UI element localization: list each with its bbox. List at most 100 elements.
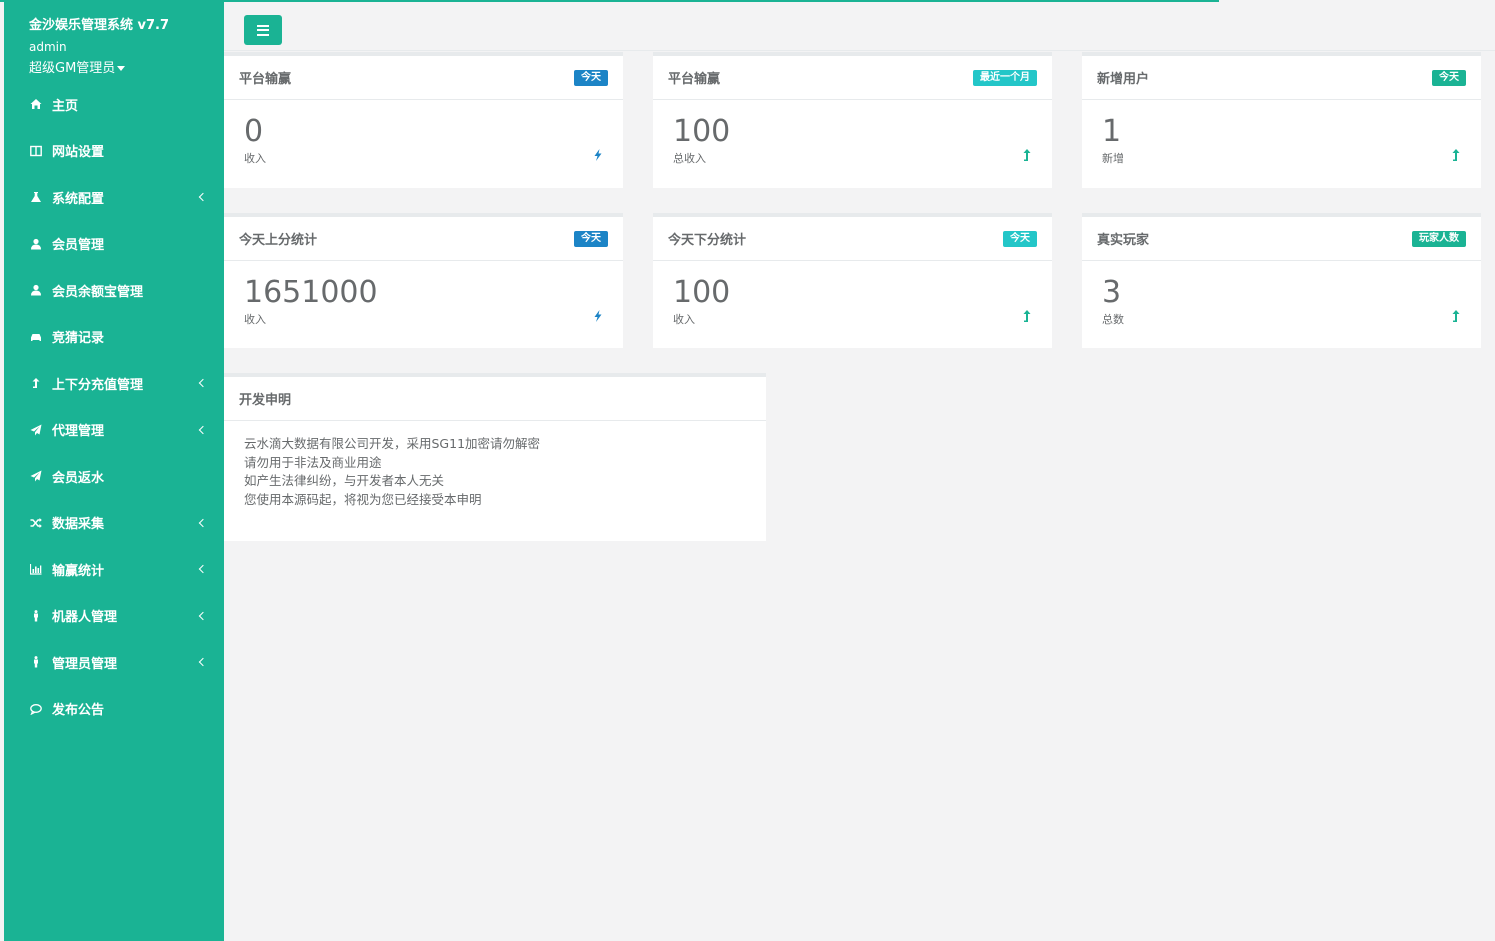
stat-value: 100 (673, 114, 731, 149)
app-title: 金沙娱乐管理系统 v7.7 (29, 18, 170, 33)
stat-value: 3 (1102, 275, 1122, 310)
sidebar-item-agents[interactable]: 代理管理 (4, 407, 224, 454)
sidebar-item-label: 上下分充值管理 (52, 377, 144, 393)
notice-line: 云水滴大数据有限公司开发，采用SG11加密请勿解密 (244, 436, 541, 451)
level-up-icon (1022, 307, 1032, 322)
sidebar-item-data-collection[interactable]: 数据采集 (4, 500, 224, 547)
hamburger-icon-bar (257, 33, 269, 36)
sidebar-item-label: 会员管理 (52, 238, 105, 254)
sidebar-item-label: 网站设置 (52, 145, 105, 161)
sidebar-item-label: 发布公告 (52, 703, 105, 719)
stat-card-deposit-today: 今天上分统计 今天 1651000 收入 (224, 213, 623, 348)
sidebar-item-member-balance[interactable]: 会员余额宝管理 (4, 267, 224, 314)
user-icon (28, 283, 44, 297)
sidebar-item-bet-records[interactable]: 竞猜记录 (4, 314, 224, 361)
paper-plane-icon (28, 423, 44, 437)
sidebar-item-label: 代理管理 (52, 424, 105, 440)
car-icon (28, 330, 44, 344)
card-header: 平台输赢 今天 (224, 56, 623, 100)
hamburger-icon-bar (257, 24, 269, 27)
stat-label: 收入 (673, 313, 695, 326)
sidebar-item-label: 输赢统计 (52, 563, 105, 579)
card-header: 今天下分统计 今天 (653, 217, 1052, 261)
notice-line: 您使用本源码起，将视为您已经接受本申明 (244, 491, 482, 507)
male-icon (28, 609, 44, 623)
stat-card-platform-winloss-month: 平台输赢 最近一个月 100 总收入 (653, 52, 1052, 188)
comments-icon (28, 702, 44, 716)
notice-line: 请勿用于非法及商业用途 (244, 454, 382, 470)
stat-label: 新增 (1102, 152, 1124, 165)
chevron-left-icon (198, 518, 208, 527)
card-title: 平台输赢 (239, 72, 292, 87)
stat-label: 总数 (1102, 313, 1124, 326)
stat-card-withdraw-today: 今天下分统计 今天 100 收入 (653, 213, 1052, 348)
sidebar-item-member-rebate[interactable]: 会员返水 (4, 453, 224, 500)
stat-card-new-users: 新增用户 今天 1 新增 (1082, 52, 1481, 188)
stat-label: 总收入 (673, 152, 706, 165)
sidebar-item-members[interactable]: 会员管理 (4, 221, 224, 268)
sidebar: 金沙娱乐管理系统 v7.7 admin 超级GM管理员 主页 网站设置 系统配置… (4, 0, 224, 941)
chevron-left-icon (198, 379, 208, 388)
card-content: 1651000 收入 (224, 261, 623, 341)
card-content: 1 新增 (1082, 100, 1481, 180)
period-badge: 玩家人数 (1412, 230, 1466, 247)
card-title: 开发申明 (239, 393, 292, 408)
header-divider (224, 50, 1495, 51)
level-up-icon (1022, 146, 1032, 161)
paper-plane-icon (28, 469, 44, 483)
sidebar-item-recharge-management[interactable]: 上下分充值管理 (4, 360, 224, 407)
period-badge: 最近一个月 (973, 69, 1037, 86)
sidebar-item-win-loss-stats[interactable]: 输赢统计 (4, 546, 224, 593)
card-content: 100 收入 (653, 261, 1052, 341)
chevron-left-icon (198, 193, 208, 202)
sidebar-item-home[interactable]: 主页 (4, 81, 224, 128)
male-icon (28, 655, 44, 669)
card-header: 真实玩家 玩家人数 (1082, 217, 1481, 261)
sidebar-item-label: 管理员管理 (52, 656, 118, 672)
card-content: 3 总数 (1082, 261, 1481, 341)
stat-value: 1 (1102, 114, 1122, 149)
card-title: 平台输赢 (668, 72, 721, 87)
stat-label: 收入 (244, 152, 266, 165)
sidebar-item-admin-management[interactable]: 管理员管理 (4, 639, 224, 686)
stat-value: 0 (244, 114, 264, 149)
random-icon (28, 516, 44, 530)
level-up-icon (28, 376, 44, 390)
user-icon (28, 237, 44, 251)
sidebar-item-announcements[interactable]: 发布公告 (4, 686, 224, 733)
notice-line: 如产生法律纠纷，与开发者本人无关 (244, 473, 445, 488)
card-content: 0 收入 (224, 100, 623, 180)
chevron-left-icon (198, 425, 208, 434)
user-role-label: 超级GM管理员 (29, 61, 116, 76)
sidebar-item-label: 会员返水 (52, 470, 105, 486)
user-role-dropdown[interactable]: 超级GM管理员 (29, 57, 126, 76)
card-title: 新增用户 (1097, 72, 1150, 87)
stat-value: 100 (673, 275, 731, 310)
sidebar-item-label: 竞猜记录 (52, 331, 105, 347)
notice-content: 云水滴大数据有限公司开发，采用SG11加密请勿解密 请勿用于非法及商业用途 如产… (224, 421, 766, 523)
toggle-menu-button[interactable] (244, 15, 282, 45)
card-title: 今天下分统计 (668, 233, 747, 248)
sidebar-item-label: 主页 (52, 98, 79, 114)
card-header: 新增用户 今天 (1082, 56, 1481, 100)
caret-down-icon (117, 66, 126, 71)
chevron-left-icon (198, 611, 208, 620)
stat-label: 收入 (244, 313, 266, 326)
card-title: 今天上分统计 (239, 233, 318, 248)
sidebar-item-site-settings[interactable]: 网站设置 (4, 128, 224, 175)
stat-card-real-players: 真实玩家 玩家人数 3 总数 (1082, 213, 1481, 348)
bolt-icon (593, 307, 603, 322)
sidebar-item-robot-management[interactable]: 机器人管理 (4, 593, 224, 640)
chevron-left-icon (198, 565, 208, 574)
user-name: admin (29, 40, 67, 54)
sidebar-item-system-config[interactable]: 系统配置 (4, 174, 224, 221)
sidebar-nav: 主页 网站设置 系统配置 会员管理 会员余额宝管理 竞猜记录 上下分充值管理 代… (4, 81, 224, 732)
card-header: 平台输赢 最近一个月 (653, 56, 1052, 100)
sidebar-item-label: 会员余额宝管理 (52, 284, 144, 300)
stat-value: 1651000 (244, 275, 378, 310)
bar-chart-icon (28, 562, 44, 576)
developer-notice-card: 开发申明 云水滴大数据有限公司开发，采用SG11加密请勿解密 请勿用于非法及商业… (224, 373, 766, 541)
columns-icon (28, 144, 44, 158)
level-up-icon (1451, 307, 1461, 322)
period-badge: 今天 (1432, 69, 1466, 86)
